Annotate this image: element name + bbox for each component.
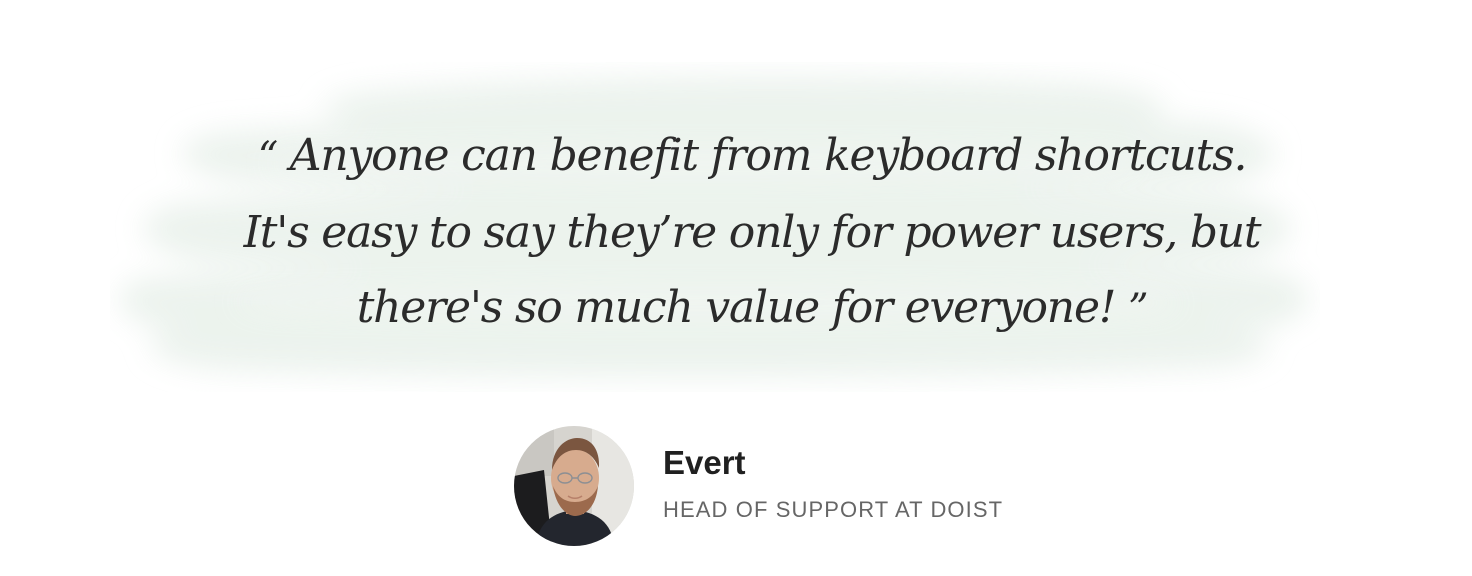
close-quote-mark: ”	[1128, 286, 1148, 332]
testimonial-section: “ Anyone can benefit from keyboard short…	[0, 0, 1472, 576]
author-name: Evert	[663, 444, 746, 481]
open-quote-mark: “	[257, 134, 278, 180]
author-role: HEAD OF SUPPORT AT DOIST	[663, 497, 1004, 522]
person-photo-icon	[514, 426, 634, 546]
author-avatar	[514, 426, 634, 546]
author-text: Evert HEAD OF SUPPORT AT DOIST	[663, 444, 1004, 525]
author-block: Evert HEAD OF SUPPORT AT DOIST	[514, 426, 1003, 546]
quote-text: Anyone can benefit from keyboard shortcu…	[243, 130, 1262, 333]
testimonial-quote: “ Anyone can benefit from keyboard short…	[236, 118, 1268, 347]
